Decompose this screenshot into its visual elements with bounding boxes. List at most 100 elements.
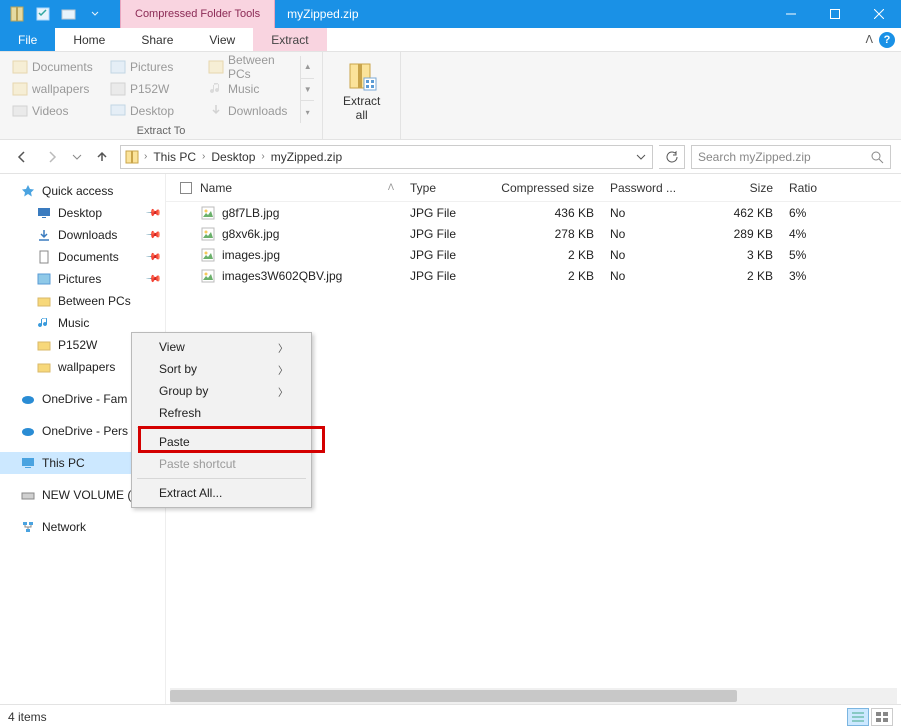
this-pc-icon bbox=[20, 455, 36, 471]
chevron-right-icon: 〉 bbox=[278, 340, 288, 355]
back-button[interactable] bbox=[10, 145, 34, 169]
group-label-extract-to: Extract To bbox=[8, 123, 314, 139]
crumb-this-pc[interactable]: This PC bbox=[148, 150, 201, 164]
crumb-zip[interactable]: myZipped.zip bbox=[266, 150, 347, 164]
window-title: myZipped.zip bbox=[275, 0, 769, 28]
table-row[interactable]: g8xv6k.jpgJPG File278 KBNo289 KB4% bbox=[166, 223, 901, 244]
maximize-button[interactable] bbox=[813, 0, 857, 28]
pin-icon: 📌 bbox=[144, 271, 161, 288]
tab-view[interactable]: View bbox=[191, 28, 253, 51]
up-button[interactable] bbox=[90, 145, 114, 169]
ctx-group-by[interactable]: Group by〉 bbox=[135, 380, 308, 402]
file-ratio: 5% bbox=[781, 248, 841, 262]
table-row[interactable]: g8f7LB.jpgJPG File436 KBNo462 KB6% bbox=[166, 202, 901, 223]
status-bar: 4 items bbox=[0, 704, 901, 728]
pin-icon: 📌 bbox=[144, 205, 161, 222]
dest-more-icon[interactable]: ▾ bbox=[301, 100, 314, 123]
tab-extract[interactable]: Extract bbox=[253, 28, 326, 51]
horizontal-scrollbar[interactable] bbox=[170, 688, 897, 704]
tree-pictures[interactable]: Pictures📌 bbox=[0, 268, 165, 290]
extract-all-button[interactable]: Extract all bbox=[333, 56, 390, 127]
col-ratio[interactable]: Ratio bbox=[781, 181, 841, 195]
ctx-paste[interactable]: Paste bbox=[135, 431, 308, 453]
col-password[interactable]: Password ... bbox=[602, 181, 686, 195]
dest-documents[interactable]: Documents bbox=[8, 56, 100, 78]
pin-icon: 📌 bbox=[144, 249, 161, 266]
image-file-icon bbox=[200, 268, 216, 284]
view-thumbnails-button[interactable] bbox=[871, 708, 893, 726]
col-compressed-size[interactable]: Compressed size bbox=[482, 181, 602, 195]
file-size: 2 KB bbox=[686, 269, 781, 283]
tree-network[interactable]: Network bbox=[0, 516, 165, 538]
zip-app-icon bbox=[6, 3, 28, 25]
tree-downloads[interactable]: Downloads📌 bbox=[0, 224, 165, 246]
col-size[interactable]: Size bbox=[686, 181, 781, 195]
close-button[interactable] bbox=[857, 0, 901, 28]
file-name: images3W602QBV.jpg bbox=[222, 269, 342, 283]
scrollbar-thumb[interactable] bbox=[170, 690, 737, 702]
tab-home[interactable]: Home bbox=[55, 28, 123, 51]
dest-wallpapers[interactable]: wallpapers bbox=[8, 78, 100, 100]
help-icon[interactable]: ? bbox=[879, 32, 895, 48]
properties-icon[interactable] bbox=[32, 3, 54, 25]
dest-scroll-up-icon[interactable]: ▲ bbox=[301, 56, 314, 78]
col-type[interactable]: Type bbox=[402, 181, 482, 195]
search-input[interactable]: Search myZipped.zip bbox=[691, 145, 891, 169]
window-controls bbox=[769, 0, 901, 28]
status-item-count: 4 items bbox=[8, 710, 47, 724]
address-dropdown-icon[interactable] bbox=[630, 146, 652, 168]
file-size: 3 KB bbox=[686, 248, 781, 262]
dest-videos[interactable]: Videos bbox=[8, 100, 100, 122]
crumb-desktop[interactable]: Desktop bbox=[206, 150, 260, 164]
music-icon bbox=[36, 315, 52, 331]
ctx-sort-by[interactable]: Sort by〉 bbox=[135, 358, 308, 380]
tree-documents[interactable]: Documents📌 bbox=[0, 246, 165, 268]
ctx-separator bbox=[137, 427, 306, 428]
extract-all-label: Extract all bbox=[343, 94, 380, 123]
folder-icon bbox=[36, 337, 52, 353]
dest-scroll-down-icon[interactable]: ▼ bbox=[301, 78, 314, 101]
tree-desktop[interactable]: Desktop📌 bbox=[0, 202, 165, 224]
dest-music[interactable]: Music bbox=[204, 78, 296, 100]
dest-desktop[interactable]: Desktop bbox=[106, 100, 198, 122]
select-all-checkbox[interactable] bbox=[180, 182, 192, 194]
file-password: No bbox=[602, 227, 686, 241]
view-details-button[interactable] bbox=[847, 708, 869, 726]
file-type: JPG File bbox=[402, 248, 482, 262]
image-file-icon bbox=[200, 247, 216, 263]
contextual-tab-label: Compressed Folder Tools bbox=[120, 0, 275, 28]
chevron-right-icon: 〉 bbox=[278, 362, 288, 377]
ribbon: Documents Pictures Between PCs wallpaper… bbox=[0, 52, 901, 140]
dest-pictures[interactable]: Pictures bbox=[106, 56, 198, 78]
tree-music[interactable]: Music bbox=[0, 312, 165, 334]
refresh-button[interactable] bbox=[659, 145, 685, 169]
file-ratio: 4% bbox=[781, 227, 841, 241]
ctx-refresh[interactable]: Refresh bbox=[135, 402, 308, 424]
table-row[interactable]: images3W602QBV.jpgJPG File2 KBNo2 KB3% bbox=[166, 265, 901, 286]
tab-share[interactable]: Share bbox=[123, 28, 191, 51]
new-folder-icon[interactable] bbox=[58, 3, 80, 25]
file-password: No bbox=[602, 206, 686, 220]
extract-destinations: Documents Pictures Between PCs wallpaper… bbox=[8, 56, 296, 122]
ribbon-collapse-icon[interactable]: ᐱ bbox=[865, 33, 873, 46]
ctx-separator bbox=[137, 478, 306, 479]
ctx-view[interactable]: View〉 bbox=[135, 336, 308, 358]
forward-button[interactable] bbox=[40, 145, 64, 169]
dest-between-pcs[interactable]: Between PCs bbox=[204, 56, 296, 78]
minimize-button[interactable] bbox=[769, 0, 813, 28]
col-name[interactable]: Nameᐱ bbox=[172, 181, 402, 195]
breadcrumb-bar[interactable]: › This PC › Desktop › myZipped.zip bbox=[120, 145, 653, 169]
dest-downloads[interactable]: Downloads bbox=[204, 100, 296, 122]
table-row[interactable]: images.jpgJPG File2 KBNo3 KB5% bbox=[166, 244, 901, 265]
tree-quick-access[interactable]: Quick access bbox=[0, 180, 165, 202]
tree-between-pcs[interactable]: Between PCs bbox=[0, 290, 165, 312]
file-password: No bbox=[602, 269, 686, 283]
context-menu: View〉 Sort by〉 Group by〉 Refresh Paste P… bbox=[131, 332, 312, 508]
tab-file[interactable]: File bbox=[0, 28, 55, 51]
zip-folder-icon bbox=[121, 149, 143, 165]
ctx-extract-all[interactable]: Extract All... bbox=[135, 482, 308, 504]
dest-p152w[interactable]: P152W bbox=[106, 78, 198, 100]
qat-chevron-icon[interactable] bbox=[84, 3, 106, 25]
recent-dropdown-icon[interactable] bbox=[70, 145, 84, 169]
folder-icon bbox=[36, 359, 52, 375]
